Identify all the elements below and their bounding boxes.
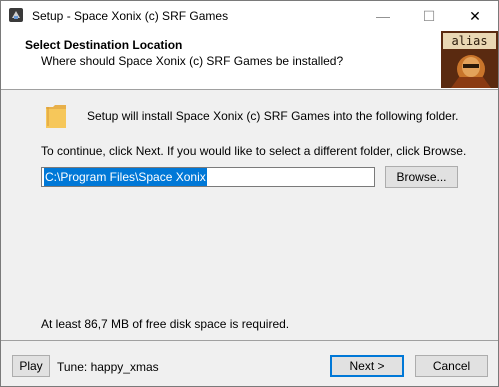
- maximize-icon: ☐: [422, 7, 436, 24]
- minimize-button[interactable]: —: [360, 1, 406, 31]
- next-button[interactable]: Next >: [330, 355, 404, 377]
- next-button-label: Next >: [349, 359, 385, 373]
- logo-text: alias: [451, 34, 487, 48]
- window-title: Setup - Space Xonix (c) SRF Games: [32, 9, 229, 23]
- play-button-label: Play: [19, 359, 43, 373]
- cancel-button[interactable]: Cancel: [415, 355, 488, 377]
- minimize-icon: —: [376, 8, 390, 24]
- close-icon: ✕: [469, 7, 481, 24]
- alias-logo-image: alias: [441, 31, 498, 88]
- install-info-text: Setup will install Space Xonix (c) SRF G…: [87, 109, 459, 123]
- page-title: Select Destination Location: [25, 38, 183, 52]
- destination-path-input[interactable]: C:\Program Files\Space Xonix: [41, 167, 375, 187]
- cancel-button-label: Cancel: [432, 359, 471, 373]
- folder-icon: [46, 105, 66, 128]
- tune-label: Tune: happy_xmas: [57, 360, 159, 374]
- footer-divider: [1, 340, 498, 341]
- wizard-header: Select Destination Location Where should…: [1, 31, 498, 90]
- maximize-button[interactable]: ☐: [406, 1, 452, 31]
- browse-button[interactable]: Browse...: [385, 166, 458, 188]
- play-button[interactable]: Play: [12, 355, 50, 377]
- setup-app-icon: [9, 8, 23, 22]
- close-button[interactable]: ✕: [452, 1, 498, 31]
- title-bar[interactable]: Setup - Space Xonix (c) SRF Games — ☐ ✕: [1, 1, 498, 31]
- disk-space-text: At least 86,7 MB of free disk space is r…: [41, 317, 290, 331]
- instruction-text: To continue, click Next. If you would li…: [41, 144, 467, 158]
- page-subtitle: Where should Space Xonix (c) SRF Games b…: [41, 54, 344, 68]
- destination-path-value: C:\Program Files\Space Xonix: [44, 168, 207, 186]
- browse-button-label: Browse...: [396, 170, 447, 184]
- setup-window: Setup - Space Xonix (c) SRF Games — ☐ ✕ …: [0, 0, 499, 387]
